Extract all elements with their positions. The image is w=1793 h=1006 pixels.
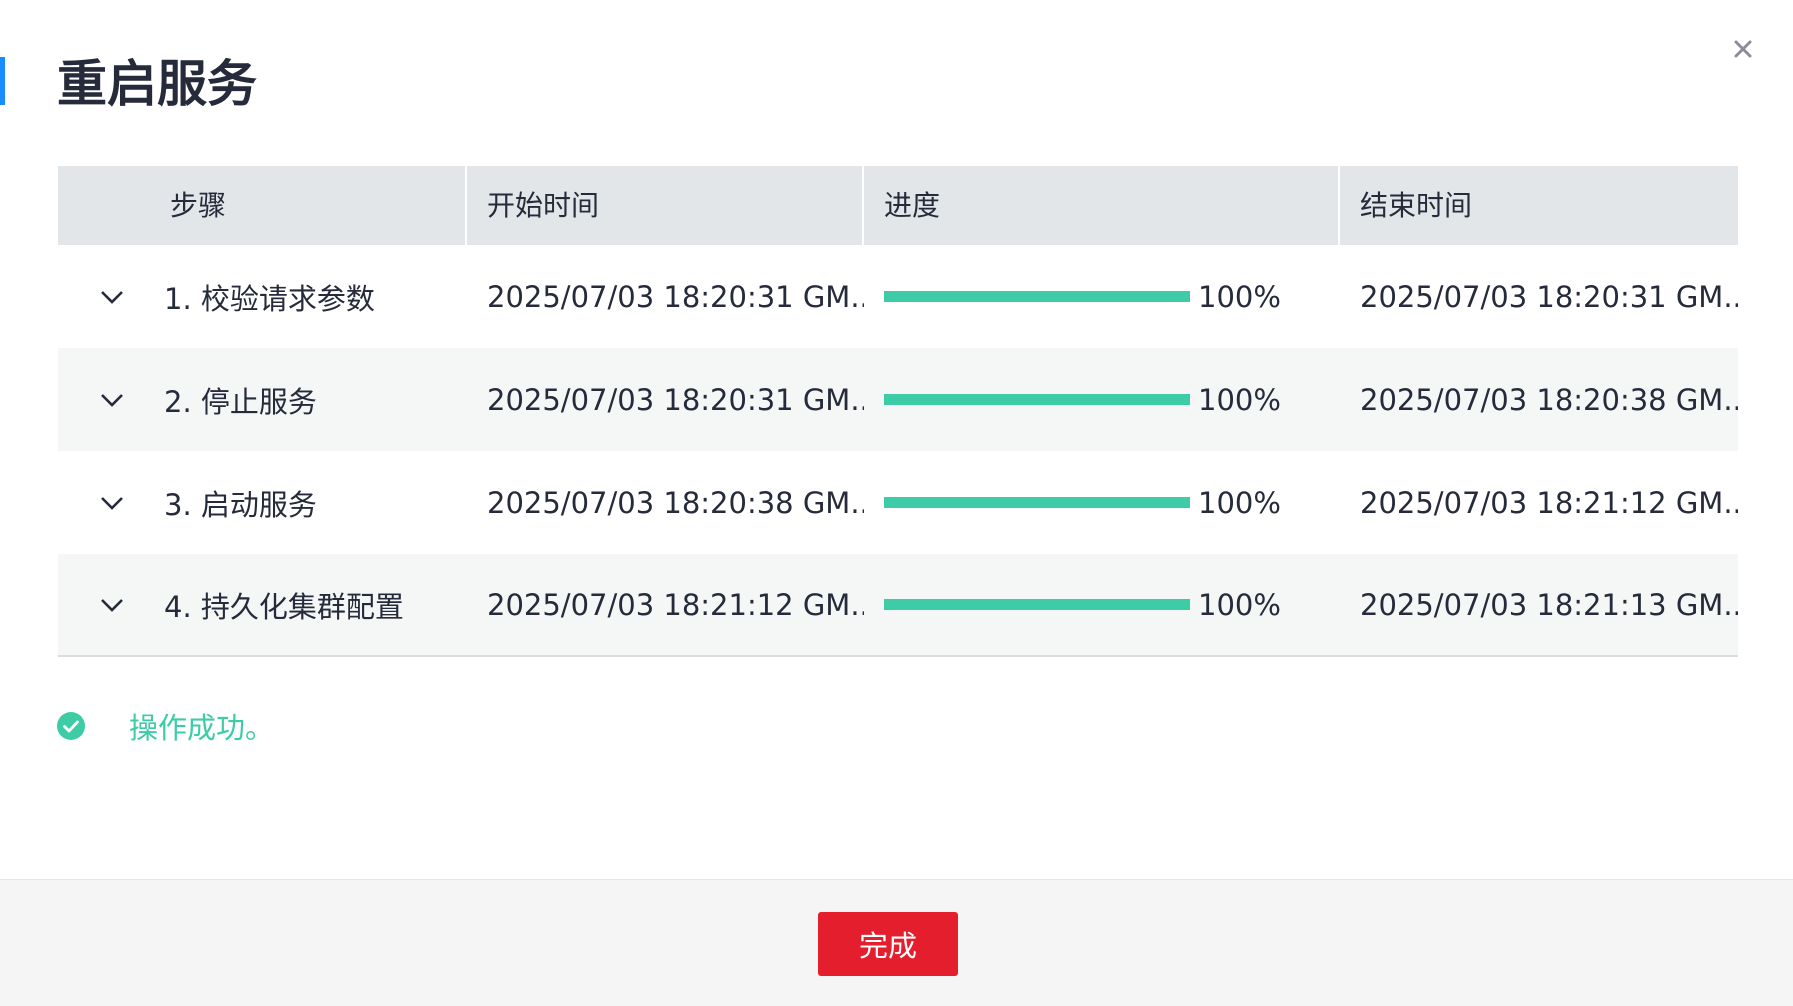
step-label: 1. 校验请求参数 [164, 281, 375, 316]
close-button[interactable] [1726, 32, 1760, 66]
end-time: 2025/07/03 18:20:38 GM... [1360, 382, 1738, 417]
progress-cell: 100% [864, 486, 1340, 520]
status-text: 操作成功。 [129, 711, 275, 745]
table-row: 3. 启动服务 2025/07/03 18:20:38 GM... 100% 2… [58, 451, 1738, 554]
dialog-title: 重启服务 [57, 55, 257, 113]
progress-bar-fill [884, 394, 1190, 405]
steps-table: 步骤 开始时间 进度 结束时间 1. 校验请求参数 2025/07/03 18:… [58, 166, 1738, 657]
close-icon [1734, 40, 1752, 58]
header-end-time: 结束时间 [1360, 189, 1473, 222]
end-time: 2025/07/03 18:21:12 GM... [1360, 485, 1738, 520]
step-label: 4. 持久化集群配置 [164, 589, 404, 624]
restart-service-dialog: 重启服务 步骤 开始时间 进度 结束时间 1. 校验请求参数 2025/07/0… [0, 0, 1793, 1006]
start-time: 2025/07/03 18:20:31 GM... [487, 279, 864, 314]
expand-row-button[interactable] [98, 283, 126, 311]
progress-bar [884, 497, 1190, 508]
start-time: 2025/07/03 18:20:38 GM... [487, 485, 864, 520]
end-time: 2025/07/03 18:20:31 GM... [1360, 279, 1738, 314]
progress-bar [884, 291, 1190, 302]
chevron-down-icon [101, 393, 123, 407]
progress-bar-fill [884, 497, 1190, 508]
expand-row-button[interactable] [98, 591, 126, 619]
step-label: 2. 停止服务 [164, 384, 317, 419]
progress-cell: 100% [864, 383, 1340, 417]
progress-bar-fill [884, 599, 1190, 610]
chevron-down-icon [101, 290, 123, 304]
table-row: 2. 停止服务 2025/07/03 18:20:31 GM... 100% 2… [58, 348, 1738, 451]
progress-percent: 100% [1198, 279, 1281, 314]
step-cell: 2. 停止服务 [58, 379, 467, 421]
chevron-down-icon [101, 496, 123, 510]
expand-row-button[interactable] [98, 489, 126, 517]
table-header: 步骤 开始时间 进度 结束时间 [58, 166, 1738, 245]
progress-bar [884, 599, 1190, 610]
start-time: 2025/07/03 18:21:12 GM... [487, 587, 864, 622]
progress-percent: 100% [1198, 382, 1281, 417]
chevron-down-icon [101, 598, 123, 612]
table-row: 4. 持久化集群配置 2025/07/03 18:21:12 GM... 100… [58, 554, 1738, 657]
check-circle-icon [57, 712, 85, 740]
step-label: 3. 启动服务 [164, 487, 317, 522]
progress-percent: 100% [1198, 485, 1281, 520]
progress-bar-fill [884, 291, 1190, 302]
progress-cell: 100% [864, 280, 1340, 314]
progress-percent: 100% [1198, 587, 1281, 622]
header-step: 步骤 [58, 166, 467, 245]
step-cell: 3. 启动服务 [58, 482, 467, 524]
progress-cell: 100% [864, 588, 1340, 622]
header-start-time: 开始时间 [467, 166, 864, 245]
start-time: 2025/07/03 18:20:31 GM... [487, 382, 864, 417]
header-progress: 进度 [864, 166, 1340, 245]
expand-row-button[interactable] [98, 386, 126, 414]
title-accent-bar [0, 57, 5, 105]
step-cell: 4. 持久化集群配置 [58, 584, 467, 626]
table-row: 1. 校验请求参数 2025/07/03 18:20:31 GM... 100%… [58, 245, 1738, 348]
dialog-footer: 完成 [0, 879, 1793, 1006]
step-cell: 1. 校验请求参数 [58, 276, 467, 318]
status-message: 操作成功。 [57, 705, 274, 747]
done-button[interactable]: 完成 [818, 912, 958, 976]
end-time: 2025/07/03 18:21:13 GM... [1360, 587, 1738, 622]
progress-bar [884, 394, 1190, 405]
